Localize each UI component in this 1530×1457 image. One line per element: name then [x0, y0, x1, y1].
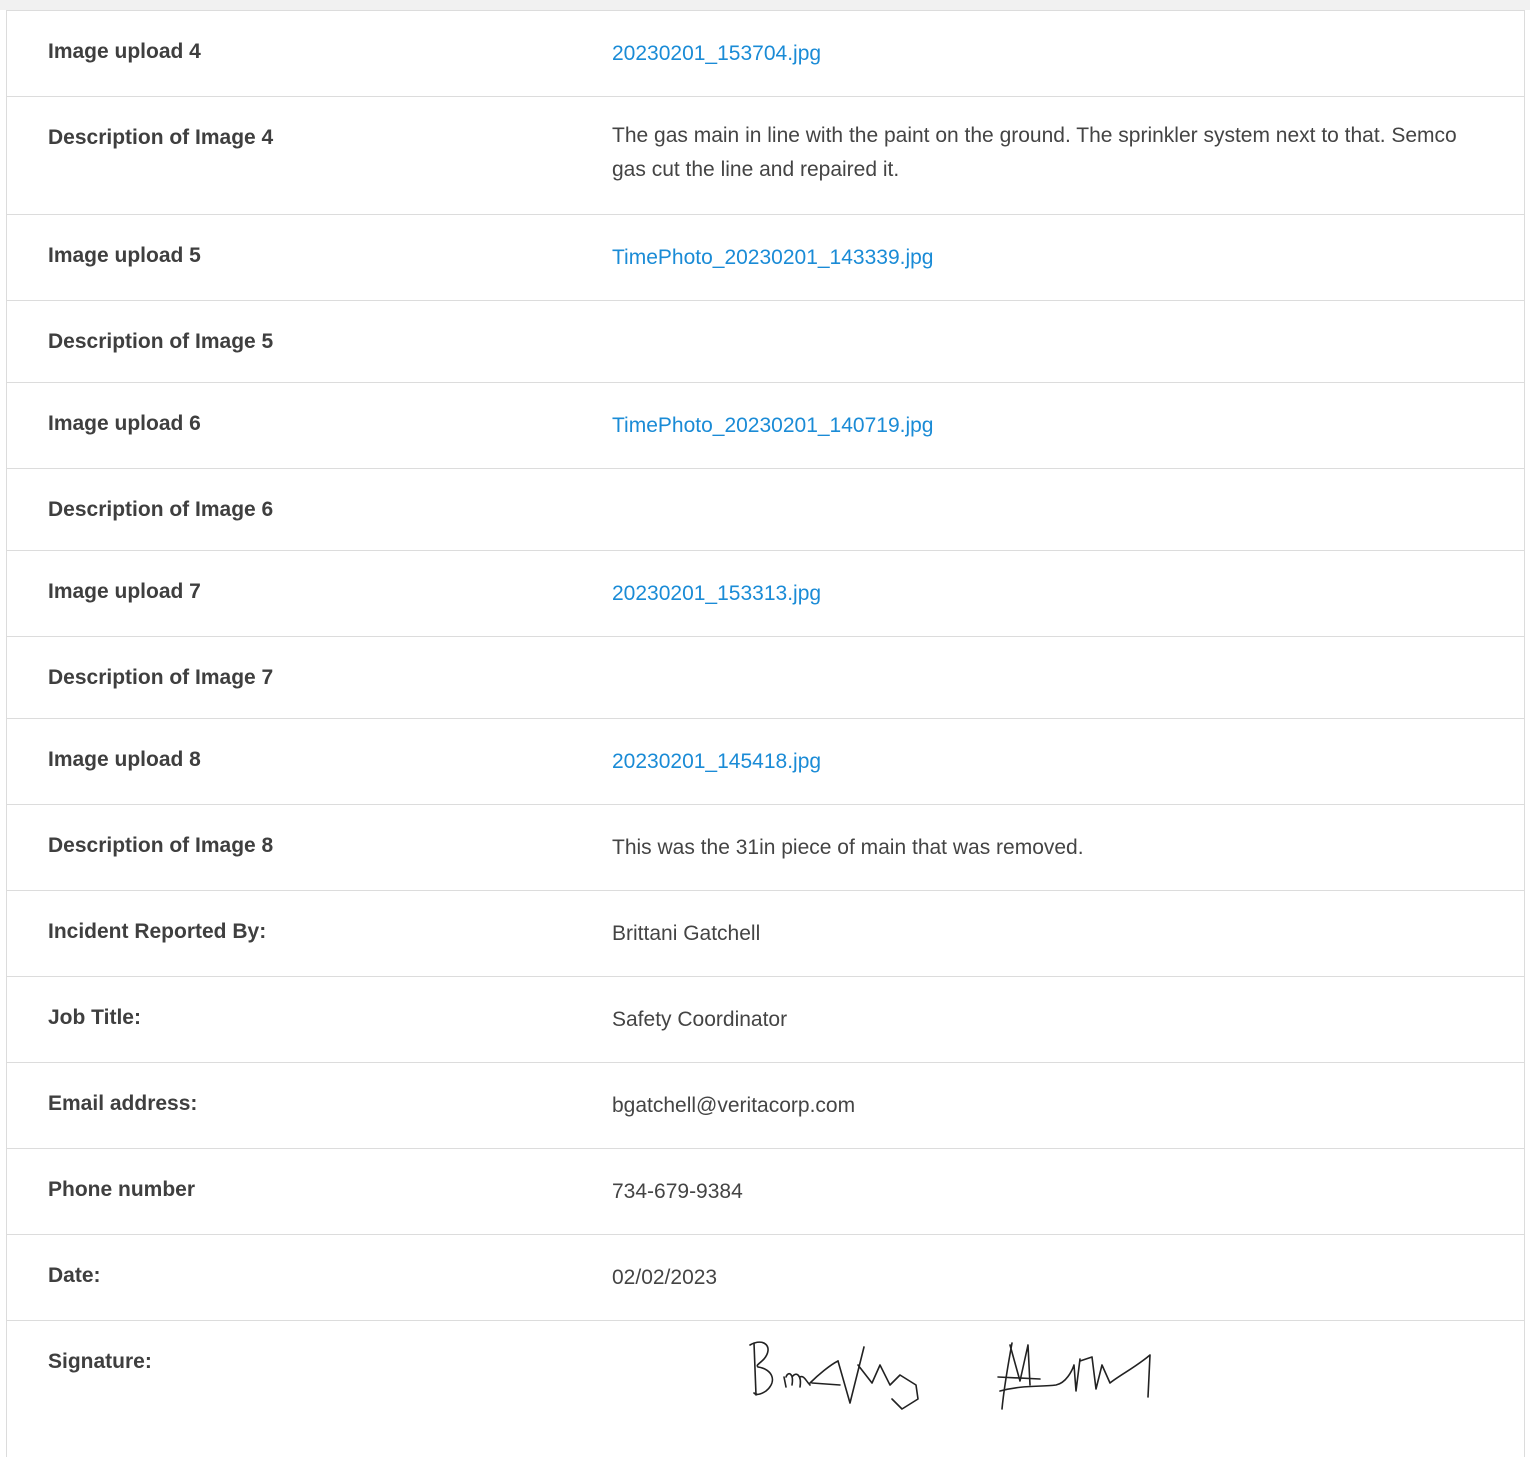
image-upload-4-link[interactable]: 20230201_153704.jpg — [612, 11, 1524, 96]
field-label: Image upload 6 — [48, 412, 201, 435]
field-label: Job Title: — [48, 1006, 141, 1029]
field-label: Date: — [48, 1264, 101, 1287]
row-image-upload-7: Image upload 7 20230201_153313.jpg — [7, 551, 1524, 637]
row-image-upload-6: Image upload 6 TimePhoto_20230201_140719… — [7, 383, 1524, 469]
field-label: Description of Image 5 — [48, 330, 274, 353]
row-signature: Signature: — [7, 1321, 1524, 1457]
date-value: 02/02/2023 — [612, 1266, 718, 1289]
signature-image — [749, 1341, 1151, 1410]
row-image-upload-4: Image upload 4 20230201_153704.jpg — [7, 11, 1524, 97]
row-incident-reported-by: Incident Reported By: Brittani Gatchell — [7, 891, 1524, 977]
email-address-value: bgatchell@veritacorp.com — [612, 1094, 856, 1117]
field-label: Description of Image 7 — [48, 666, 274, 689]
description-image-5-value — [612, 301, 1524, 382]
field-label: Phone number — [48, 1178, 196, 1201]
top-strip — [0, 0, 1530, 10]
field-label: Signature: — [48, 1350, 152, 1373]
row-date: Date: 02/02/2023 — [7, 1235, 1524, 1321]
form-results-table: Image upload 4 20230201_153704.jpg Descr… — [6, 10, 1525, 1457]
description-image-6-value — [612, 469, 1524, 550]
field-label: Incident Reported By: — [48, 920, 267, 943]
row-phone-number: Phone number 734-679-9384 — [7, 1149, 1524, 1235]
field-label: Image upload 7 — [48, 580, 201, 603]
description-image-7-value — [612, 637, 1524, 718]
incident-reported-by-value: Brittani Gatchell — [612, 922, 761, 945]
phone-number-value: 734-679-9384 — [612, 1180, 743, 1203]
field-label: Image upload 8 — [48, 748, 201, 771]
job-title-value: Safety Coordinator — [612, 1008, 788, 1031]
row-image-upload-5: Image upload 5 TimePhoto_20230201_143339… — [7, 215, 1524, 301]
field-label: Image upload 5 — [48, 244, 201, 267]
description-image-4-value: The gas main in line with the paint on t… — [612, 124, 1457, 181]
field-label: Description of Image 4 — [48, 126, 274, 149]
row-description-image-4: Description of Image 4 The gas main in l… — [7, 97, 1524, 215]
image-upload-7-link[interactable]: 20230201_153313.jpg — [612, 551, 1524, 636]
field-label: Description of Image 8 — [48, 834, 274, 857]
field-label: Email address: — [48, 1092, 198, 1115]
row-email-address: Email address: bgatchell@veritacorp.com — [7, 1063, 1524, 1149]
row-image-upload-8: Image upload 8 20230201_145418.jpg — [7, 719, 1524, 805]
row-description-image-6: Description of Image 6 — [7, 469, 1524, 551]
row-description-image-5: Description of Image 5 — [7, 301, 1524, 383]
row-job-title: Job Title: Safety Coordinator — [7, 977, 1524, 1063]
image-upload-5-link[interactable]: TimePhoto_20230201_143339.jpg — [612, 215, 1524, 300]
signature-value — [612, 1321, 1524, 1457]
image-upload-6-link[interactable]: TimePhoto_20230201_140719.jpg — [612, 383, 1524, 468]
row-description-image-7: Description of Image 7 — [7, 637, 1524, 719]
field-label: Description of Image 6 — [48, 498, 274, 521]
row-description-image-8: Description of Image 8 This was the 31in… — [7, 805, 1524, 891]
field-label: Image upload 4 — [48, 40, 201, 63]
description-image-8-value: This was the 31in piece of main that was… — [612, 836, 1084, 859]
image-upload-8-link[interactable]: 20230201_145418.jpg — [612, 719, 1524, 804]
